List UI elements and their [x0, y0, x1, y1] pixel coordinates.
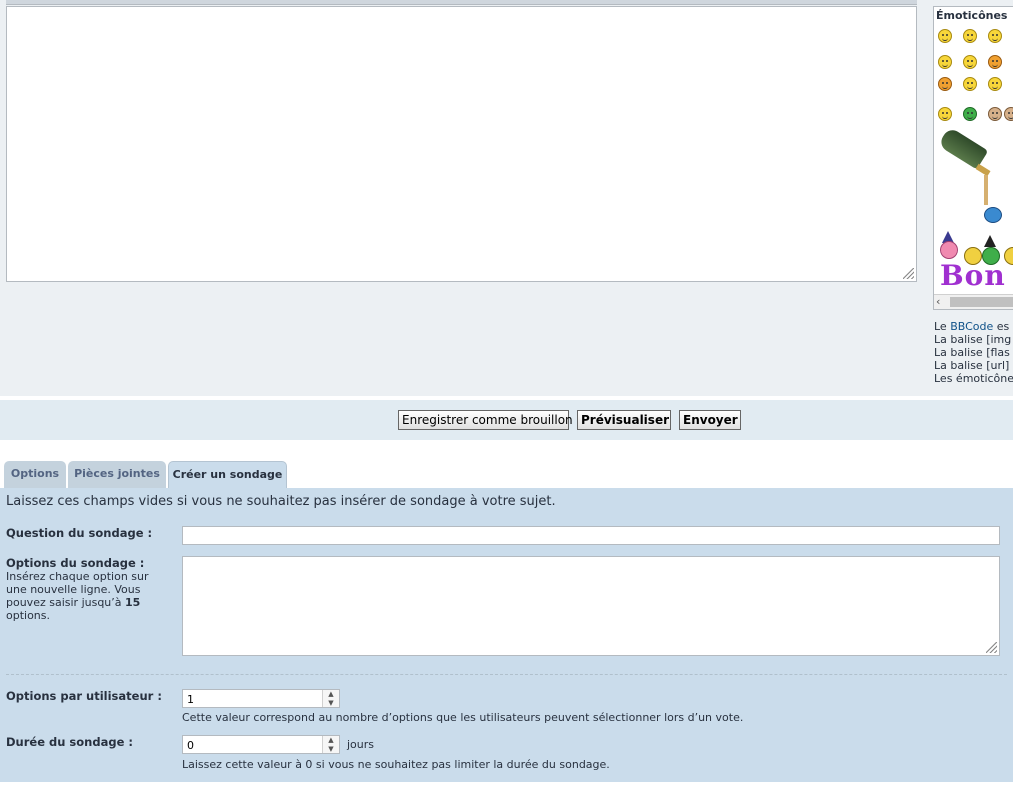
smiley-tan-icon[interactable] [988, 107, 1002, 121]
smilies-status: Les émoticône [934, 372, 1013, 385]
tab-create-poll[interactable]: Créer un sondage [168, 461, 287, 488]
smiley-horizontal-scrollbar[interactable]: ‹ [934, 294, 1013, 309]
bbcode-link[interactable]: BBCode [950, 320, 993, 333]
poll-length-spinner[interactable]: ▲ ▼ [322, 736, 339, 753]
smiley-box-title: Émoticônes [936, 9, 1008, 22]
spin-down-icon[interactable]: ▼ [323, 699, 339, 707]
smiley-box: Émoticônes Bon a ‹ [933, 6, 1013, 310]
poll-length-value: 0 [187, 739, 194, 752]
submit-button[interactable]: Envoyer [679, 410, 741, 430]
bbcode-status: Le BBCode es La balise [img La balise [f… [934, 320, 1013, 385]
spin-down-icon[interactable]: ▼ [323, 745, 339, 753]
smiley-laugh-icon[interactable] [938, 29, 952, 43]
poll-length-label: Durée du sondage : [6, 735, 133, 749]
poll-max-options-label: Options par utilisateur : [6, 689, 162, 703]
poll-max-options-value: 1 [187, 693, 194, 706]
poll-separator [6, 674, 1007, 675]
preview-button[interactable]: Prévisualiser [577, 410, 671, 430]
witch-hat-icon [984, 235, 996, 247]
champagne-bottle-icon[interactable] [937, 126, 989, 170]
bbcode-line1-prefix: Le [934, 320, 951, 333]
bbcode-line1-suffix: es [993, 320, 1010, 333]
tab-options[interactable]: Options [4, 461, 66, 488]
champagne-neck-icon [975, 163, 991, 177]
resize-grip-icon[interactable] [903, 268, 914, 279]
smiley-eyes-icon[interactable] [963, 77, 977, 91]
poll-length-input[interactable]: 0 ▲ ▼ [182, 735, 340, 754]
globe-smiley-icon [984, 207, 1002, 223]
smiley-angry-icon[interactable] [988, 55, 1002, 69]
img-tag-status: La balise [img [934, 333, 1012, 346]
editor-toolbar-edge [6, 0, 917, 5]
champagne-pour-icon [984, 175, 988, 205]
poll-max-options-spinner[interactable]: ▲ ▼ [322, 690, 339, 707]
save-draft-button[interactable]: Enregistrer comme brouillon [398, 410, 573, 430]
smiley-sad-icon[interactable] [988, 29, 1002, 43]
poll-question-label: Question du sondage : [6, 526, 153, 540]
smiley-hair-icon[interactable] [1004, 107, 1013, 121]
bon-anniversaire-smiley[interactable]: Bon a [940, 259, 1013, 292]
smiley-happy-icon[interactable] [963, 29, 977, 43]
smiley-grin-icon[interactable] [963, 55, 977, 69]
editor-panel: Émoticônes Bon a ‹ Le BBCode es La [0, 0, 1013, 396]
smiley-wink-icon[interactable] [988, 77, 1002, 91]
poll-options-explain-end: options. [6, 609, 51, 622]
poll-max-options-input[interactable]: 1 ▲ ▼ [182, 689, 340, 708]
poll-length-unit: jours [347, 738, 375, 751]
scroll-thumb[interactable] [950, 297, 1013, 307]
poll-question-input[interactable] [182, 526, 1000, 545]
poll-length-explain: Laissez cette valeur à 0 si vous ne souh… [182, 758, 610, 771]
poll-options-max: 15 [125, 596, 141, 609]
poll-panel: Laissez ces champs vides si vous ne souh… [0, 488, 1013, 782]
poll-options-textarea[interactable] [182, 556, 1000, 656]
smiley-neutral-icon[interactable] [938, 107, 952, 121]
smiley-cool-icon[interactable] [938, 55, 952, 69]
poll-intro: Laissez ces champs vides si vous ne souh… [6, 494, 556, 509]
party-smiley-pink-icon[interactable] [940, 241, 958, 259]
poll-options-label: Options du sondage : [6, 556, 145, 570]
message-textarea[interactable] [6, 6, 917, 282]
poll-options-resize-icon[interactable] [986, 642, 997, 653]
url-tag-status: La balise [url] [934, 359, 1010, 372]
spin-up-icon[interactable]: ▲ [323, 736, 339, 744]
spin-up-icon[interactable]: ▲ [323, 690, 339, 698]
poll-max-options-explain: Cette valeur correspond au nombre d’opti… [182, 711, 744, 724]
smiley-cat-icon[interactable] [938, 77, 952, 91]
flash-tag-status: La balise [flas [934, 346, 1010, 359]
poll-options-explain: Insérez chaque option sur une nouvelle l… [6, 570, 166, 622]
submit-buttons-bar: Enregistrer comme brouillon Prévisualise… [0, 400, 1013, 440]
tab-attachments[interactable]: Pièces jointes [68, 461, 166, 488]
smiley-green-grin-icon[interactable] [963, 107, 977, 121]
scroll-left-icon[interactable]: ‹ [936, 295, 940, 309]
